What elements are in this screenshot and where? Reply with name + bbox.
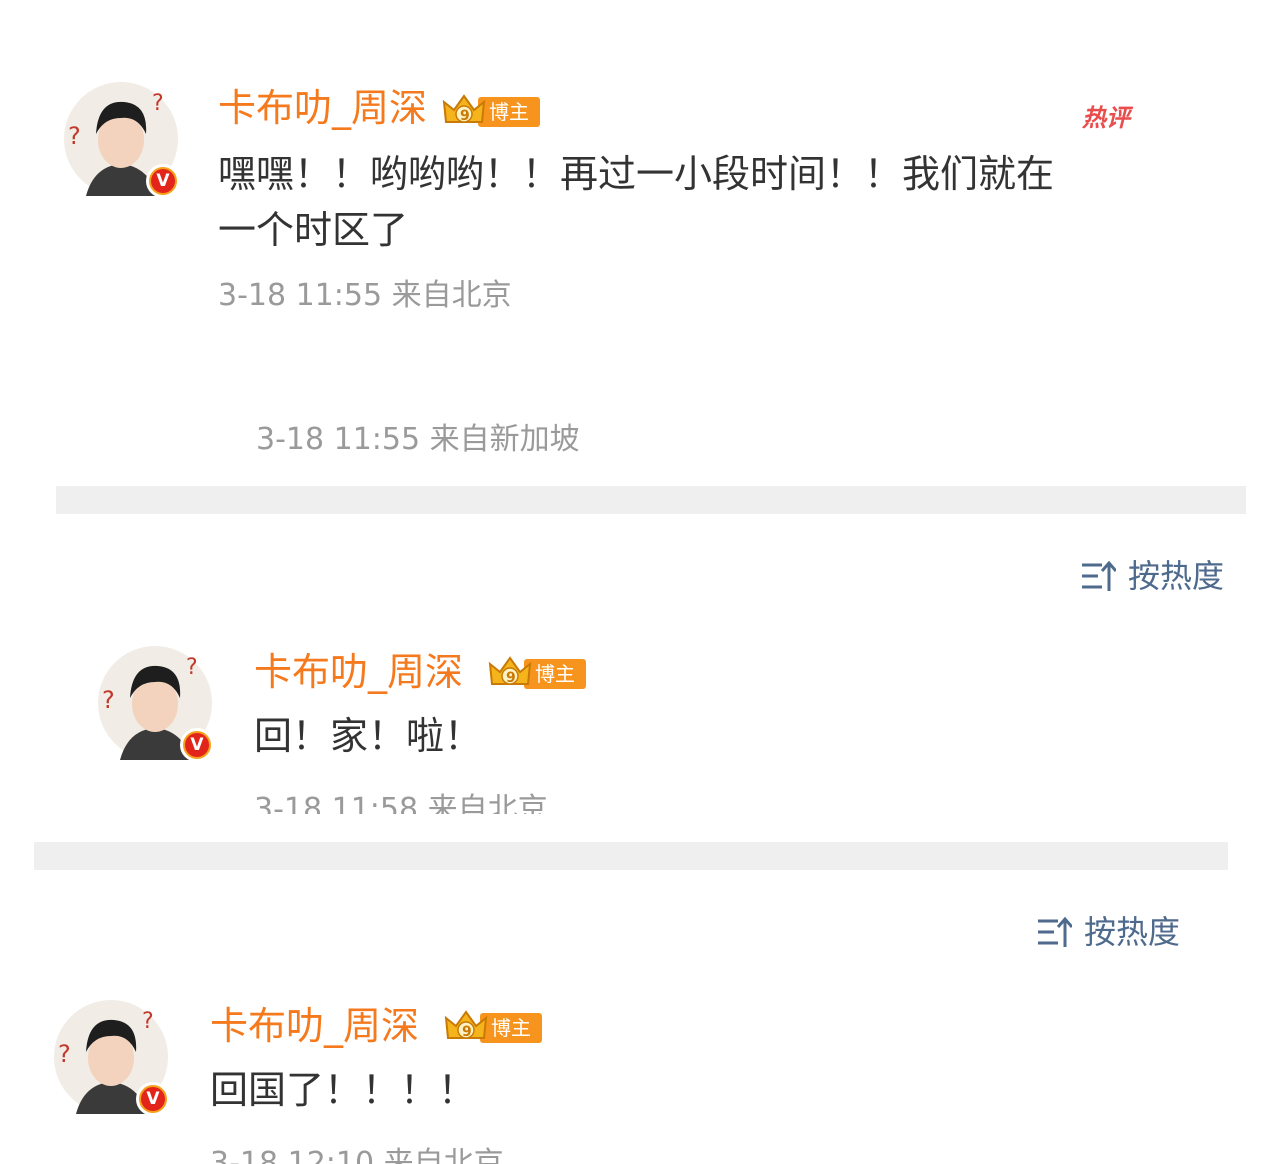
sort-by-heat-button[interactable]: 按热度 <box>1036 912 1180 952</box>
avatar[interactable]: ? ? V <box>64 82 180 198</box>
crown-icon: 9 <box>444 1010 488 1040</box>
username[interactable]: 卡布叻_周深 <box>210 1004 419 1048</box>
verified-badge-icon: V <box>146 164 180 198</box>
svg-text:?: ? <box>102 686 115 714</box>
blogger-crown-badge: 博主 9 <box>444 1008 544 1046</box>
verified-badge-icon: V <box>136 1082 170 1116</box>
blogger-tag: 博主 <box>524 659 586 689</box>
svg-text:9: 9 <box>462 1024 472 1040</box>
comment-text: 嘿嘿！！哟哟哟！！再过一小段时间！！我们就在 一个时区了 <box>218 146 1054 258</box>
blogger-crown-badge: 博主 9 <box>442 92 542 130</box>
comment-text: 回！家！啦！ <box>254 714 483 758</box>
svg-text:?: ? <box>186 655 198 680</box>
sort-label: 按热度 <box>1128 557 1225 595</box>
blogger-crown-badge: 博主 9 <box>488 654 588 692</box>
sort-icon <box>1038 916 1072 947</box>
comment-text-line: 一个时区了 <box>218 208 409 252</box>
svg-text:9: 9 <box>506 670 516 686</box>
avatar[interactable]: ? ? V <box>98 646 214 762</box>
section-divider <box>34 842 1228 870</box>
section-divider <box>56 486 1246 514</box>
svg-text:?: ? <box>142 1009 154 1034</box>
comment-meta: 3-18 11:55 来自北京 <box>218 278 512 313</box>
blogger-tag: 博主 <box>478 97 540 127</box>
comment-meta: 3-18 12:10 来自北京 <box>210 1146 504 1164</box>
hot-comment-tag: 热评 <box>1082 104 1130 132</box>
svg-text:?: ? <box>152 91 164 116</box>
avatar[interactable]: ? ? V <box>54 1000 170 1116</box>
svg-text:?: ? <box>68 122 81 150</box>
reply-meta: 3-18 11:55 来自新加坡 <box>256 422 580 457</box>
crown-icon: 9 <box>442 94 486 124</box>
sort-label: 按热度 <box>1084 913 1181 951</box>
sort-icon <box>1082 560 1116 591</box>
username[interactable]: 卡布叻_周深 <box>218 86 427 130</box>
comment-text-line: 嘿嘿！！哟哟哟！！再过一小段时间！！我们就在 <box>218 152 1055 196</box>
svg-text:9: 9 <box>460 108 470 124</box>
comment-text: 回国了！！！！ <box>210 1068 477 1112</box>
verified-badge-icon: V <box>180 728 214 762</box>
sort-by-heat-button[interactable]: 按热度 <box>1080 556 1224 596</box>
blogger-tag: 博主 <box>480 1013 542 1043</box>
comment-meta: 3-18 11:58 来自北京 <box>254 792 548 814</box>
crown-icon: 9 <box>488 656 532 686</box>
svg-text:?: ? <box>58 1040 71 1068</box>
username[interactable]: 卡布叻_周深 <box>254 650 463 694</box>
